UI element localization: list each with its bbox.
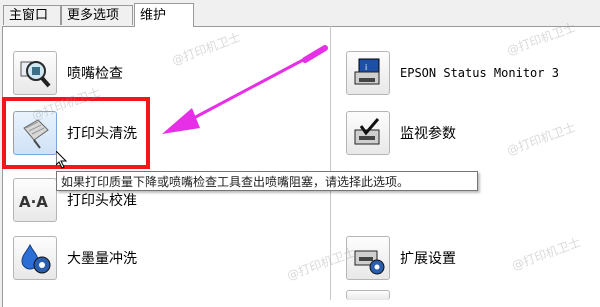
ink-flush-label: 大墨量冲洗 [67,251,137,267]
monitoring-preferences-item[interactable]: 监视参数 [346,111,456,155]
ink-flush-icon [21,243,51,274]
ink-flush-item[interactable]: 大墨量冲洗 [13,236,137,280]
status-monitor-button[interactable]: i [346,51,390,95]
mouse-cursor-icon [56,151,68,169]
tab-more-options[interactable]: 更多选项 [61,5,133,25]
tooltip: 如果打印质量下降或喷嘴检查工具查出喷嘴阻塞，请选择此选项。 [56,171,478,191]
magnifier-printhead-icon [20,61,51,88]
svg-text:A·A: A·A [19,193,48,211]
monitoring-preferences-button[interactable] [346,111,390,155]
extended-settings-icon [354,250,385,275]
head-alignment-button[interactable]: A·A [13,178,57,222]
status-monitor-icon: i [354,58,380,85]
extended-settings-button[interactable] [346,236,390,280]
extended-settings-item[interactable]: 扩展设置 [346,236,456,280]
status-monitor-label: EPSON Status Monitor 3 [400,66,559,80]
print-head-alignment-icon: A·A [19,193,48,211]
nozzle-check-item[interactable]: 喷嘴检查 [13,51,123,95]
status-monitor-item[interactable]: i EPSON Status Monitor 3 [346,51,559,95]
column-divider [330,26,331,300]
tab-main-window[interactable]: 主窗口 [3,5,61,25]
partial-button[interactable] [346,290,390,300]
monitoring-preferences-label: 监视参数 [400,126,456,142]
ink-flush-button[interactable] [13,236,57,280]
extended-settings-label: 扩展设置 [400,251,456,267]
head-alignment-label: 打印头校准 [67,193,137,209]
monitoring-preferences-icon [354,118,380,145]
more-item-partial[interactable] [346,290,390,300]
tab-bar: 主窗口 更多选项 维护 [0,0,600,27]
nozzle-check-button[interactable] [13,51,57,95]
highlight-box [2,97,150,169]
svg-text:i: i [365,63,367,72]
tab-maintenance[interactable]: 维护 [134,3,194,27]
nozzle-check-label: 喷嘴检查 [67,66,123,82]
